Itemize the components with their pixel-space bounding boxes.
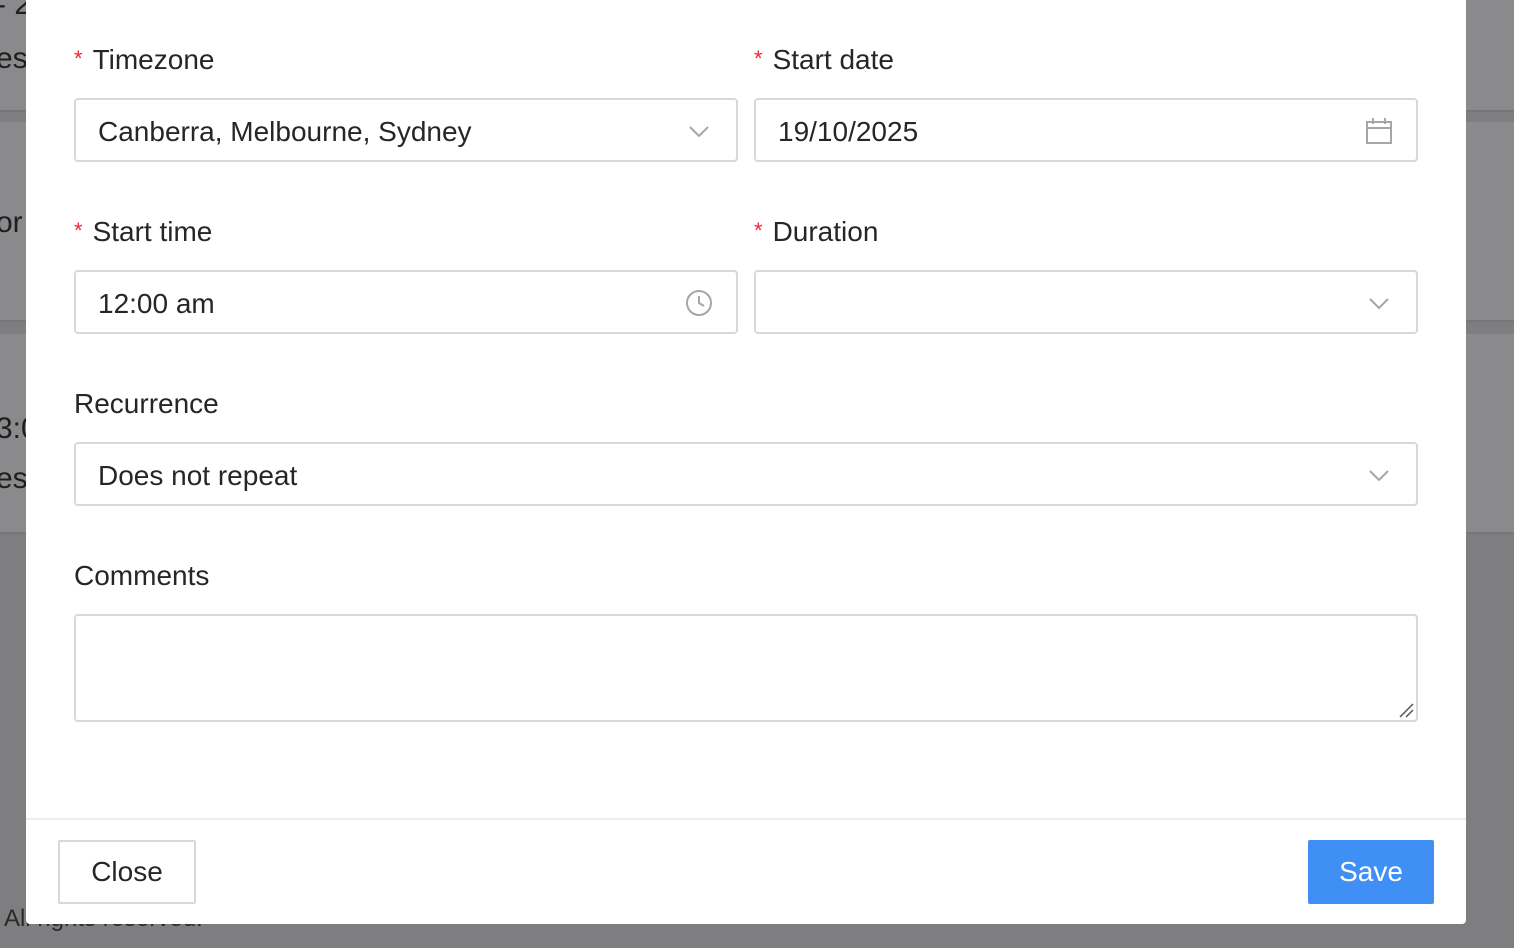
start-date-value: 19/10/2025 — [778, 116, 919, 147]
schedule-modal: * Timezone Canberra, Melbourne, Sydney * S… — [26, 0, 1466, 924]
start-time-value: 12:00 am — [98, 288, 215, 319]
start-time-label: * Start time — [74, 216, 212, 248]
recurrence-select[interactable]: Does not repeat — [74, 442, 1418, 506]
timezone-value: Canberra, Melbourne, Sydney — [98, 116, 472, 147]
start-time-label-text: Start time — [92, 216, 213, 247]
start-time-picker[interactable]: 12:00 am — [74, 270, 738, 334]
clock-icon[interactable] — [684, 288, 714, 318]
chevron-down-icon — [1364, 288, 1394, 318]
duration-label: * Duration — [754, 216, 878, 248]
chevron-down-icon — [1364, 460, 1394, 490]
close-button[interactable]: Close — [58, 840, 196, 904]
start-date-picker[interactable]: 19/10/2025 — [754, 98, 1418, 162]
chevron-down-icon — [684, 116, 714, 146]
recurrence-label: Recurrence — [74, 388, 219, 419]
save-button[interactable]: Save — [1308, 840, 1434, 904]
background-text: es — [0, 462, 28, 495]
required-marker: * — [754, 46, 763, 71]
comments-textarea[interactable] — [74, 614, 1418, 722]
duration-select[interactable] — [754, 270, 1418, 334]
required-marker: * — [74, 218, 83, 243]
timezone-label: * Timezone — [74, 44, 214, 76]
calendar-icon[interactable] — [1364, 116, 1394, 146]
required-marker: * — [754, 218, 763, 243]
footer-divider — [26, 818, 1466, 820]
background-text: or — [0, 206, 23, 239]
start-date-label-text: Start date — [772, 44, 894, 75]
required-marker: * — [74, 46, 83, 71]
start-date-label: * Start date — [754, 44, 894, 76]
duration-label-text: Duration — [772, 216, 879, 247]
background-text: es — [0, 42, 28, 75]
recurrence-value: Does not repeat — [98, 460, 298, 491]
comments-label: Comments — [74, 560, 210, 591]
timezone-select[interactable]: Canberra, Melbourne, Sydney — [74, 98, 738, 162]
resize-grip-icon[interactable] — [1398, 702, 1414, 718]
timezone-label-text: Timezone — [92, 44, 215, 75]
